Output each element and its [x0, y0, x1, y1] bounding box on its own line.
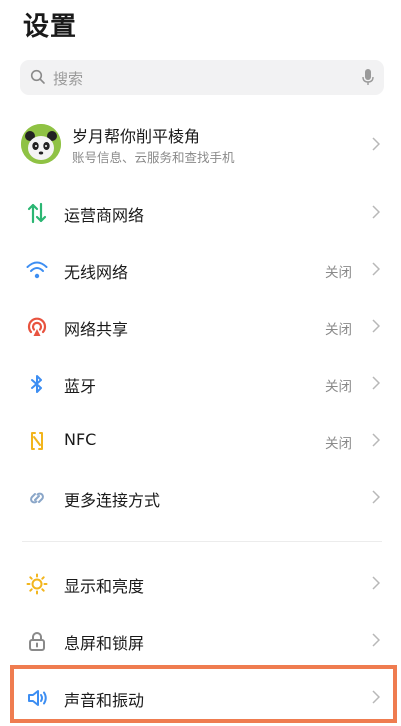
settings-item-hotspot[interactable]: 网络共享 关闭: [0, 298, 401, 354]
chevron-right-icon: [372, 433, 380, 447]
chevron-right-icon: [372, 205, 380, 219]
avatar: [21, 124, 61, 164]
page-title: 设置: [23, 12, 78, 42]
hotspot-icon: [27, 317, 47, 336]
wifi-icon: [26, 261, 48, 279]
bluetooth-icon: [31, 375, 42, 393]
status-text: 关闭: [325, 322, 352, 338]
status-text: 关闭: [325, 379, 352, 395]
search-icon: [30, 69, 45, 84]
settings-item-more-connections[interactable]: 更多连接方式: [0, 469, 401, 525]
chevron-right-icon: [372, 376, 380, 390]
settings-item-label: 蓝牙: [64, 377, 97, 396]
brightness-icon: [26, 573, 48, 595]
chevron-right-icon: [372, 633, 380, 647]
chevron-right-icon: [372, 137, 380, 151]
status-text: 关闭: [325, 265, 352, 281]
chevron-right-icon: [372, 490, 380, 504]
settings-item-display[interactable]: 显示和亮度: [0, 555, 401, 611]
settings-item-lock-screen[interactable]: 息屏和锁屏: [0, 612, 401, 668]
search-bar[interactable]: 搜索: [20, 60, 384, 95]
account-row[interactable]: 岁月帮你削平棱角 账号信息、云服务和查找手机: [0, 118, 401, 174]
account-name: 岁月帮你削平棱角: [72, 127, 201, 146]
settings-item-label: 网络共享: [64, 320, 129, 339]
nfc-icon: [31, 432, 43, 450]
section-divider: [22, 541, 382, 542]
panda-avatar-icon: [21, 124, 61, 164]
cellular-arrows-icon: [27, 202, 47, 224]
microphone-icon[interactable]: [362, 68, 374, 86]
search-input[interactable]: 搜索: [53, 68, 83, 89]
settings-item-cellular[interactable]: 运营商网络: [0, 184, 401, 240]
status-text: 关闭: [325, 436, 352, 452]
settings-item-bluetooth[interactable]: 蓝牙 关闭: [0, 355, 401, 411]
settings-item-wifi[interactable]: 无线网络 关闭: [0, 241, 401, 297]
settings-item-label: 息屏和锁屏: [64, 634, 145, 653]
settings-item-nfc[interactable]: NFC 关闭: [0, 412, 401, 468]
settings-item-label: NFC: [64, 430, 97, 449]
highlight-box: [10, 665, 397, 723]
settings-item-label: 更多连接方式: [64, 491, 161, 510]
account-subtitle: 账号信息、云服务和查找手机: [72, 150, 235, 165]
link-icon: [30, 492, 44, 504]
settings-item-label: 显示和亮度: [64, 577, 145, 596]
chevron-right-icon: [372, 576, 380, 590]
settings-item-label: 无线网络: [64, 263, 129, 282]
lock-icon: [29, 632, 45, 651]
chevron-right-icon: [372, 319, 380, 333]
settings-item-label: 运营商网络: [64, 206, 145, 225]
chevron-right-icon: [372, 262, 380, 276]
